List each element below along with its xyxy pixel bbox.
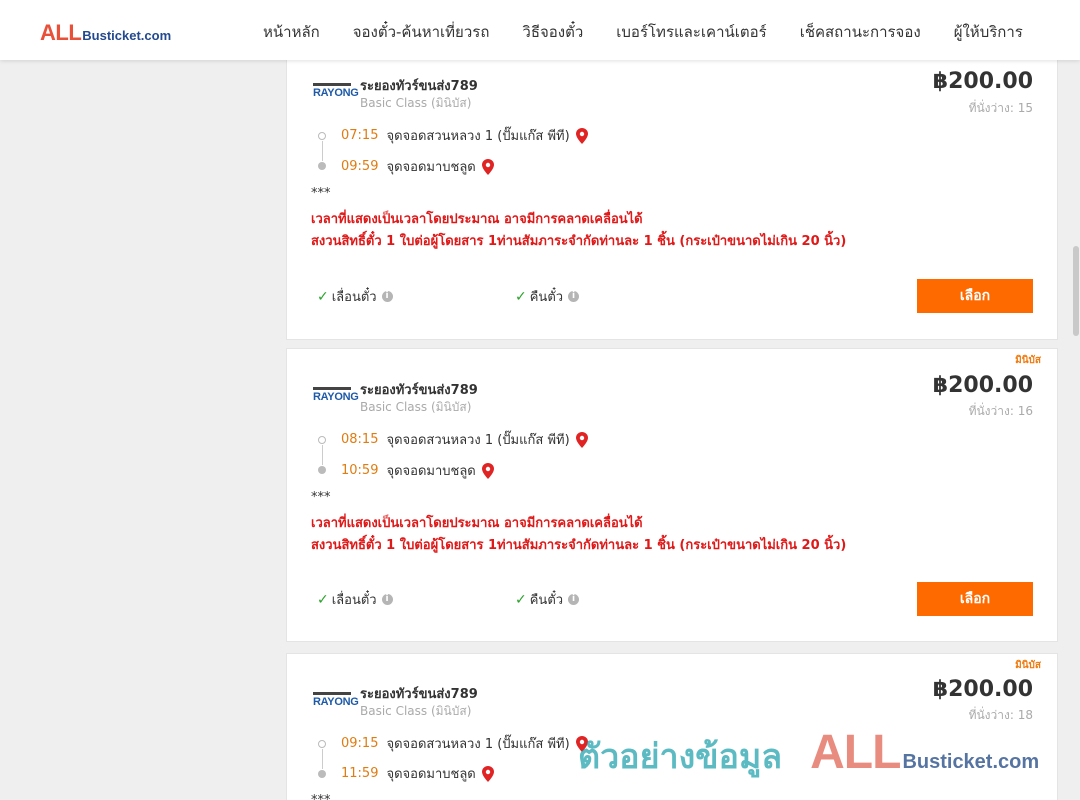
map-pin-icon[interactable] [575, 431, 589, 448]
notice-time: เวลาที่แสดงเป็นเวลาโดยประมาณ อาจมีการคลา… [311, 212, 643, 227]
operator-logo: RAYONG [313, 387, 359, 405]
info-icon[interactable]: i [568, 291, 580, 302]
feature-label: เลื่อนตั๋ว [331, 593, 377, 608]
trip-card: RAYONG ระยองทัวร์ขนส่ง789 Basic Class (ม… [286, 52, 1058, 340]
operator-logo: RAYONG [313, 692, 359, 710]
timeline-line [322, 141, 323, 161]
notes-marker: *** [311, 793, 331, 800]
depart-time: 08:15 [341, 432, 379, 447]
site-header: ALL Busticket.com หน้าหลัก จองตั๋ว-ค้นหา… [0, 0, 1080, 60]
trip-price: ฿200.00 [932, 373, 1033, 398]
check-icon: ✓ [317, 591, 329, 608]
site-logo[interactable]: ALL Busticket.com [40, 20, 171, 46]
watermark-text: ตัวอย่างข้อมูล [578, 737, 783, 777]
depart-dot [318, 740, 326, 748]
operator-name: ระยองทัวร์ขนส่ง789 [360, 79, 478, 94]
depart-dot [318, 132, 326, 140]
select-trip-button[interactable]: เลือก [917, 582, 1033, 616]
feature-refund-ticket: ✓ คืนตั๋ว i [515, 286, 580, 307]
logo-suffix: Busticket.com [82, 28, 172, 43]
map-pin-icon[interactable] [481, 462, 495, 479]
check-icon: ✓ [515, 288, 527, 305]
arrive-dot [318, 162, 326, 170]
arrive-dot [318, 466, 326, 474]
seats-available: ที่นั่งว่าง: 15 [968, 101, 1033, 115]
select-trip-button[interactable]: เลือก [917, 279, 1033, 313]
map-pin-icon[interactable] [481, 158, 495, 175]
depart-time: 09:15 [341, 736, 379, 751]
trip-price: ฿200.00 [932, 677, 1033, 702]
arrive-stop: 09:59 จุดจอดมาบชลูด [341, 156, 495, 177]
arrive-time: 11:59 [341, 766, 379, 781]
depart-stop: 09:15 จุดจอดสวนหลวง 1 (ปั๊มแก๊ส พีที) [341, 733, 589, 754]
logo-prefix: ALL [40, 20, 82, 45]
scrollbar-thumb[interactable] [1073, 246, 1079, 336]
operator-name: ระยองทัวร์ขนส่ง789 [360, 687, 478, 702]
depart-dot [318, 436, 326, 444]
watermark-brand-suffix: Busticket.com [902, 751, 1040, 773]
depart-place: จุดจอดสวนหลวง 1 (ปั๊มแก๊ส พีที) [386, 433, 570, 448]
arrive-dot [318, 770, 326, 778]
vehicle-type-badge: มินิบัส [1015, 355, 1041, 366]
notice-time: เวลาที่แสดงเป็นเวลาโดยประมาณ อาจมีการคลา… [311, 516, 643, 531]
trip-card: มินิบัส RAYONG ระยองทัวร์ขนส่ง789 Basic … [286, 348, 1058, 642]
info-icon[interactable]: i [381, 291, 393, 302]
nav-item-operators[interactable]: ผู้ให้บริการ [954, 20, 1023, 44]
feature-label: เลื่อนตั๋ว [331, 290, 377, 305]
nav-item-home[interactable]: หน้าหลัก [263, 20, 320, 44]
nav-item-how-to-book[interactable]: วิธีจองตั๋ว [522, 20, 583, 44]
feature-label: คืนตั๋ว [529, 290, 564, 305]
arrive-place: จุดจอดมาบชลูด [386, 767, 476, 782]
seats-available: ที่นั่งว่าง: 16 [968, 404, 1033, 418]
feature-change-ticket: ✓ เลื่อนตั๋ว i [317, 286, 393, 307]
arrive-place: จุดจอดมาบชลูด [386, 160, 476, 175]
map-pin-icon[interactable] [481, 765, 495, 782]
arrive-time: 10:59 [341, 463, 379, 478]
depart-time: 07:15 [341, 128, 379, 143]
operator-name: ระยองทัวร์ขนส่ง789 [360, 383, 478, 398]
arrive-place: จุดจอดมาบชลูด [386, 464, 476, 479]
timeline-line [322, 445, 323, 465]
main-nav: หน้าหลัก จองตั๋ว-ค้นหาเที่ยวรถ วิธีจองตั… [263, 20, 1056, 44]
bus-class: Basic Class (มินิบัส) [360, 96, 472, 110]
info-icon[interactable]: i [381, 594, 393, 605]
nav-item-contact-counters[interactable]: เบอร์โทรและเคาน์เตอร์ [616, 20, 766, 44]
depart-stop: 07:15 จุดจอดสวนหลวง 1 (ปั๊มแก๊ส พีที) [341, 125, 589, 146]
arrive-time: 09:59 [341, 159, 379, 174]
depart-place: จุดจอดสวนหลวง 1 (ปั๊มแก๊ส พีที) [386, 129, 570, 144]
depart-stop: 08:15 จุดจอดสวนหลวง 1 (ปั๊มแก๊ส พีที) [341, 429, 589, 450]
arrive-stop: 10:59 จุดจอดมาบชลูด [341, 460, 495, 481]
feature-refund-ticket: ✓ คืนตั๋ว i [515, 589, 580, 610]
trip-price: ฿200.00 [932, 69, 1033, 94]
notice-baggage: สงวนสิทธิ์ตั๋ว 1 ใบต่อผู้โดยสาร 1ท่านสัม… [311, 234, 847, 249]
watermark-brand-prefix: ALL [810, 726, 901, 779]
bus-class: Basic Class (มินิบัส) [360, 400, 472, 414]
depart-place: จุดจอดสวนหลวง 1 (ปั๊มแก๊ส พีที) [386, 737, 570, 752]
nav-item-book-search[interactable]: จองตั๋ว-ค้นหาเที่ยวรถ [353, 20, 490, 44]
page-scrollbar[interactable] [1072, 60, 1080, 800]
notes-marker: *** [311, 186, 331, 201]
feature-label: คืนตั๋ว [529, 593, 564, 608]
operator-logo: RAYONG [313, 83, 359, 101]
info-icon[interactable]: i [568, 594, 580, 605]
timeline-line [322, 749, 323, 769]
vehicle-type-badge: มินิบัส [1015, 660, 1041, 671]
arrive-stop: 11:59 จุดจอดมาบชลูด [341, 763, 495, 784]
notes-marker: *** [311, 490, 331, 505]
check-icon: ✓ [515, 591, 527, 608]
seats-available: ที่นั่งว่าง: 18 [968, 708, 1033, 722]
nav-item-check-booking[interactable]: เช็คสถานะการจอง [800, 20, 921, 44]
bus-class: Basic Class (มินิบัส) [360, 704, 472, 718]
feature-change-ticket: ✓ เลื่อนตั๋ว i [317, 589, 393, 610]
map-pin-icon[interactable] [575, 127, 589, 144]
check-icon: ✓ [317, 288, 329, 305]
sample-data-watermark: ตัวอย่างข้อมูล ALL Busticket.com [578, 725, 1039, 783]
notice-baggage: สงวนสิทธิ์ตั๋ว 1 ใบต่อผู้โดยสาร 1ท่านสัม… [311, 538, 847, 553]
